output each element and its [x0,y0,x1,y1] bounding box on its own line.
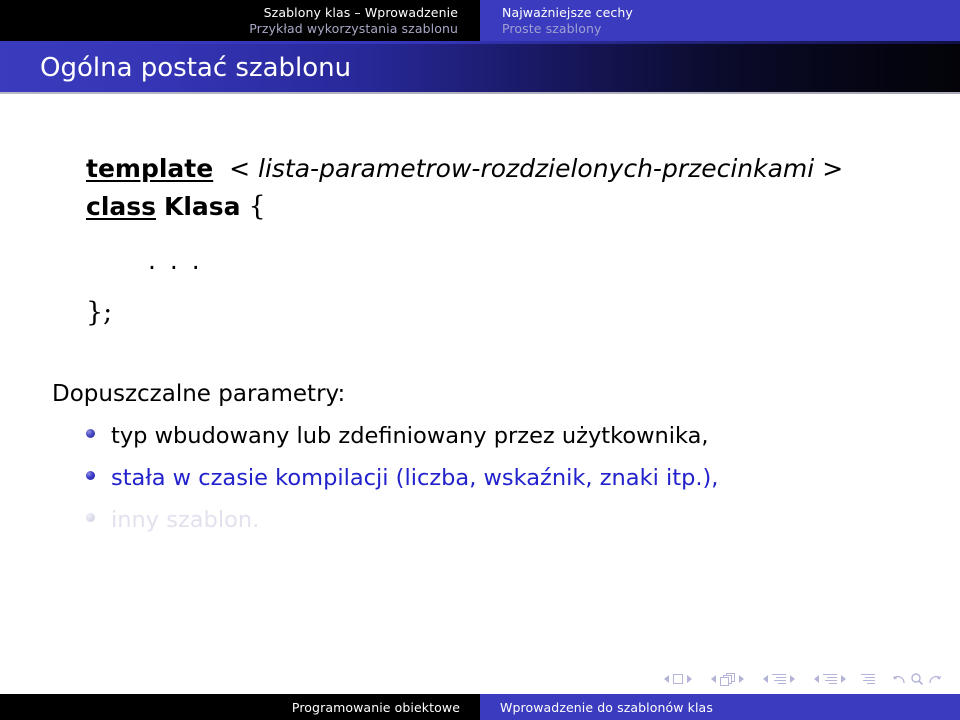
list-item-label: stała w czasie kompilacji (liczba, wskaź… [111,465,719,491]
list-item[interactable]: typ wbudowany lub zdefiniowany przez uży… [52,422,932,464]
bullet-dot-icon [86,471,95,480]
search-magnifier-icon[interactable] [910,672,924,686]
code-closing-brace: }; [86,297,113,328]
next-subsection-arrow-icon[interactable] [790,675,795,683]
headline-right-section-title[interactable]: Najważniejsze cechy [502,5,633,21]
code-line-class: class Klasa { [86,188,843,226]
class-identifier: Klasa [163,192,241,221]
section-lines-icon[interactable] [823,673,837,685]
bullet-dot-icon [86,429,95,438]
footline-right-section: Wprowadzenie do szablonów klas [480,694,960,720]
headline-right-section[interactable]: Najważniejsze cechy Proste szablony [480,0,960,41]
code-block: template < lista-parametrow-rozdzielonyc… [86,150,843,332]
back-arrow-icon[interactable] [892,672,907,686]
bullet-dot-icon [86,513,95,522]
brace-open: { [248,191,266,222]
headline-left-section-title[interactable]: Szablony klas – Wprowadzenie [264,5,458,21]
nav-group-history[interactable] [892,672,942,686]
list-item[interactable]: stała w czasie kompilacji (liczba, wskaź… [52,464,932,506]
parameters-lead-text: Dopuszczalne parametry: [52,381,346,407]
list-item[interactable]: inny szablon. [52,506,932,548]
code-line-template: template < lista-parametrow-rozdzielonyc… [86,150,843,188]
template-parameter-list: lista-parametrow-rozdzielonych-przecinka… [258,154,815,183]
code-ellipsis: . . . [148,246,203,275]
footline-bar: Programowanie obiektowe Wprowadzenie do … [0,694,960,720]
slide-title-bar: Ogólna postać szablonu [0,44,960,92]
next-section-arrow-icon[interactable] [841,675,846,683]
subsection-lines-icon[interactable] [772,673,786,685]
slide-square-icon[interactable] [673,674,683,684]
keyword-template: template [86,154,214,183]
headline-bar: Szablony klas – Wprowadzenie Przykład wy… [0,0,960,41]
next-slide-arrow-icon[interactable] [687,675,692,683]
nav-group-presentation[interactable] [861,673,875,685]
headline-left-subsection-title[interactable]: Przykład wykorzystania szablonu [249,21,458,37]
nav-group-section[interactable] [810,673,850,685]
nav-group-subsection[interactable] [759,673,799,685]
parameters-bullet-list: typ wbudowany lub zdefiniowany przez uży… [52,422,932,548]
frame-pages-icon[interactable] [720,672,735,686]
headline-right-subsection-title[interactable]: Proste szablony [502,21,602,37]
previous-subsection-arrow-icon[interactable] [763,675,768,683]
slide-body: template < lista-parametrow-rozdzielonyc… [0,94,960,654]
angle-close: > [822,154,844,183]
footline-title-text: Wprowadzenie do szablonów klas [500,699,713,715]
forward-arrow-icon[interactable] [927,672,942,686]
keyword-class: class [86,192,157,221]
previous-slide-arrow-icon[interactable] [664,675,669,683]
navigation-symbols[interactable] [660,668,942,690]
previous-frame-arrow-icon[interactable] [711,675,716,683]
list-item-label: typ wbudowany lub zdefiniowany przez uży… [111,423,709,449]
angle-open: < [229,154,251,183]
footline-author-text: Programowanie obiektowe [291,699,460,715]
headline-left-section[interactable]: Szablony klas – Wprowadzenie Przykład wy… [0,0,480,41]
slide-title: Ogólna postać szablonu [40,53,352,83]
presentation-lines-icon[interactable] [861,673,875,685]
list-item-label: inny szablon. [111,507,260,533]
previous-section-arrow-icon[interactable] [814,675,819,683]
nav-group-slide[interactable] [660,674,696,684]
nav-group-frame[interactable] [707,672,748,686]
footline-left-section: Programowanie obiektowe [0,694,480,720]
next-frame-arrow-icon[interactable] [739,675,744,683]
